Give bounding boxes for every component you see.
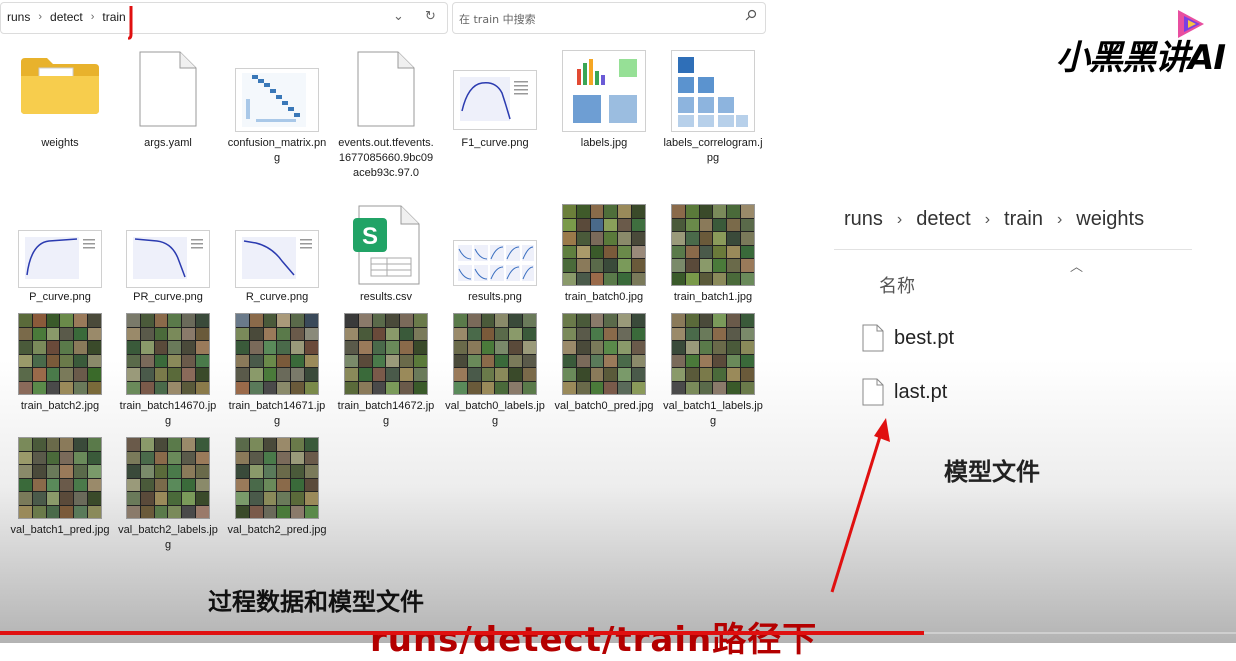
file-label: F1_curve.png (461, 137, 529, 149)
breadcrumb: runs › detect › train (7, 10, 126, 24)
image-thumbnail (126, 437, 210, 519)
image-thumbnail (344, 313, 428, 395)
file-label: val_batch2_labels.jpg (118, 524, 218, 551)
breadcrumb-detect[interactable]: detect (50, 10, 83, 24)
breadcrumb-detect[interactable]: detect (916, 208, 970, 231)
file-icon (862, 324, 884, 352)
file-label: val_batch1_labels.jpg (663, 400, 763, 427)
search-input[interactable]: 在 train 中搜索 (459, 11, 536, 27)
chevron-right-icon: › (896, 210, 903, 228)
file-icon (862, 378, 884, 406)
breadcrumb-runs[interactable]: runs (844, 208, 883, 231)
text-cursor-annotation-icon (128, 6, 133, 40)
divider (834, 249, 1192, 250)
file-label: val_batch0_pred.jpg (554, 400, 654, 412)
file-label: train_batch2.jpg (20, 400, 100, 412)
file-label: args.yaml (144, 137, 192, 149)
folder-icon (21, 58, 99, 114)
file-label: confusion_matrix.png (227, 137, 327, 164)
document-icon (139, 51, 197, 127)
labels-thumbnail (562, 50, 646, 132)
file-row-last-pt[interactable]: last.pt (862, 378, 947, 406)
image-thumbnail (453, 313, 537, 395)
file-name: last.pt (894, 380, 948, 403)
image-thumbnail (18, 437, 102, 519)
breadcrumb-weights[interactable]: weights (1076, 208, 1144, 231)
search-box[interactable]: 在 train 中搜索 (452, 2, 766, 34)
file-label: val_batch0_labels.jpg (445, 400, 545, 427)
file-label: train_batch14670.jpg (119, 400, 217, 427)
breadcrumb-train[interactable]: train (102, 10, 125, 24)
image-thumbnail (671, 313, 755, 395)
progress-bar-track (924, 632, 1236, 634)
document-icon (357, 51, 415, 127)
image-thumbnail (18, 313, 102, 395)
channel-logo: 小黑黑讲AI (1056, 6, 1232, 78)
pr-curve-thumbnail (126, 230, 210, 288)
file-label: R_curve.png (245, 291, 309, 303)
address-bar[interactable]: runs › detect › train ⌄ ↻ (0, 2, 448, 34)
image-thumbnail (562, 313, 646, 395)
file-label: events.out.tfevents.1677085660.9bc09aceb… (338, 137, 434, 179)
weights-breadcrumb: runs › detect › train › weights (844, 208, 1144, 231)
confusion-matrix-thumbnail (235, 68, 319, 132)
file-label: val_batch2_pred.jpg (227, 524, 327, 536)
file-label: weights (41, 137, 79, 149)
annotation-arrow-icon (830, 418, 890, 593)
image-thumbnail (126, 313, 210, 395)
file-label: val_batch1_pred.jpg (10, 524, 110, 536)
image-thumbnail (235, 313, 319, 395)
caption-path: runs/detect/train路径下 (370, 620, 818, 660)
column-header-name[interactable]: 名称 (879, 272, 915, 298)
search-icon[interactable] (745, 9, 757, 23)
image-thumbnail (235, 437, 319, 519)
file-label: labels_correlogram.jpg (663, 137, 763, 164)
svg-text:S: S (362, 223, 378, 250)
breadcrumb-runs[interactable]: runs (7, 10, 30, 24)
correlogram-thumbnail (671, 50, 755, 132)
image-thumbnail (562, 204, 646, 286)
chevron-right-icon: › (38, 11, 43, 23)
logo-text: 小黑黑讲AI (1056, 38, 1226, 78)
file-label: results.csv (360, 291, 412, 303)
caption-model-files: 模型文件 (944, 458, 1040, 486)
f1-curve-thumbnail (453, 70, 537, 130)
chevron-right-icon: › (984, 210, 991, 228)
chevron-right-icon: › (1056, 210, 1063, 228)
chevron-down-icon[interactable]: ⌄ (393, 9, 404, 24)
r-curve-thumbnail (235, 230, 319, 288)
image-thumbnail (671, 204, 755, 286)
chevron-right-icon: › (90, 11, 95, 23)
file-name: best.pt (894, 326, 955, 349)
spreadsheet-icon: S (353, 205, 420, 285)
progress-bar-red (0, 631, 924, 635)
p-curve-thumbnail (18, 230, 102, 288)
breadcrumb-train[interactable]: train (1004, 208, 1043, 231)
file-label: train_batch0.jpg (564, 291, 644, 303)
file-label: labels.jpg (580, 137, 628, 149)
file-label: train_batch14671.jpg (228, 400, 326, 427)
file-label: P_curve.png (29, 291, 91, 303)
results-thumbnail (453, 240, 537, 286)
file-label: train_batch1.jpg (673, 291, 753, 303)
sort-ascending-icon[interactable]: ︿ (1070, 256, 1083, 275)
refresh-icon[interactable]: ↻ (425, 9, 436, 24)
file-label: PR_curve.png (133, 291, 203, 303)
file-label: results.png (468, 291, 522, 303)
file-label: train_batch14672.jpg (337, 400, 435, 427)
file-row-best-pt[interactable]: best.pt (862, 324, 954, 352)
